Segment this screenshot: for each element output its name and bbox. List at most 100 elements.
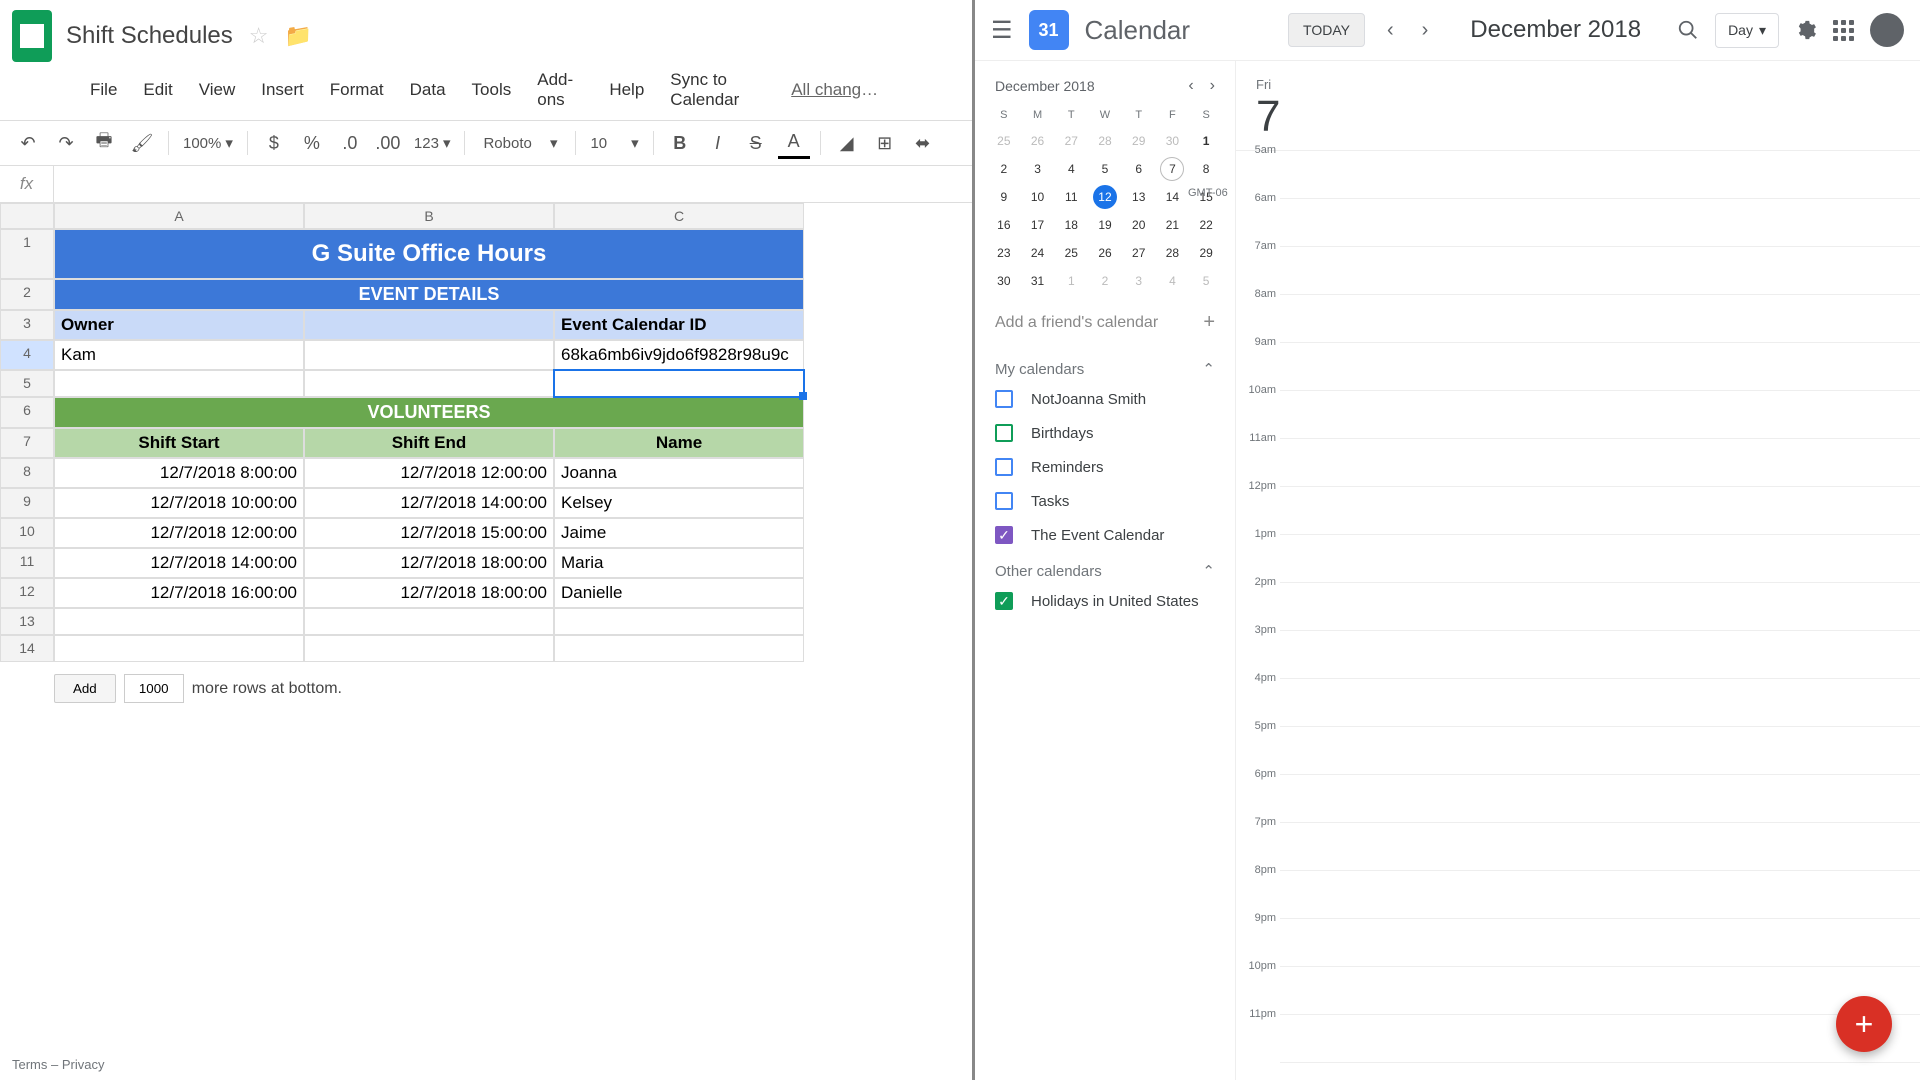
time-slot[interactable]: 7am bbox=[1280, 247, 1920, 295]
mini-day[interactable]: 30 bbox=[1156, 127, 1190, 155]
mini-day[interactable]: 16 bbox=[987, 211, 1021, 239]
cell[interactable]: Danielle bbox=[554, 578, 804, 608]
mini-day[interactable]: 11 bbox=[1054, 183, 1088, 211]
cell[interactable]: 12/7/2018 12:00:00 bbox=[304, 458, 554, 488]
font-select[interactable]: Roboto▾ bbox=[475, 134, 565, 152]
mini-day[interactable]: 29 bbox=[1189, 239, 1223, 267]
mini-day[interactable]: 25 bbox=[987, 127, 1021, 155]
prev-period-icon[interactable]: ‹ bbox=[1381, 19, 1400, 42]
cell[interactable]: 12/7/2018 10:00:00 bbox=[54, 488, 304, 518]
mini-day[interactable]: 6 bbox=[1122, 155, 1156, 183]
text-color-icon[interactable]: A bbox=[778, 127, 810, 159]
next-period-icon[interactable]: › bbox=[1416, 19, 1435, 42]
mini-day[interactable]: 28 bbox=[1088, 127, 1122, 155]
mini-day[interactable]: 1 bbox=[1054, 267, 1088, 295]
time-slot[interactable]: 10am bbox=[1280, 391, 1920, 439]
menu-help[interactable]: Help bbox=[609, 80, 644, 100]
mini-day[interactable]: 23 bbox=[987, 239, 1021, 267]
menu-file[interactable]: File bbox=[90, 80, 117, 100]
checkbox[interactable] bbox=[995, 458, 1013, 476]
menu-tools[interactable]: Tools bbox=[472, 80, 512, 100]
mini-day[interactable]: 9 bbox=[987, 183, 1021, 211]
calendar-item[interactable]: Reminders bbox=[987, 450, 1223, 484]
mini-day[interactable]: 31 bbox=[1021, 267, 1055, 295]
row-header[interactable]: 11 bbox=[0, 548, 54, 578]
rows-count-input[interactable] bbox=[124, 674, 184, 703]
row-header[interactable]: 7 bbox=[0, 428, 54, 458]
row-header[interactable]: 9 bbox=[0, 488, 54, 518]
cell[interactable] bbox=[304, 608, 554, 635]
mini-day[interactable]: 25 bbox=[1054, 239, 1088, 267]
italic-icon[interactable]: I bbox=[702, 127, 734, 159]
privacy-link[interactable]: Privacy bbox=[62, 1057, 105, 1072]
number-format-select[interactable]: 123▾ bbox=[410, 134, 455, 152]
apps-icon[interactable] bbox=[1833, 20, 1854, 41]
row-header[interactable]: 4 bbox=[0, 340, 54, 370]
mini-day[interactable]: 26 bbox=[1088, 239, 1122, 267]
time-slot[interactable]: 10pm bbox=[1280, 967, 1920, 1015]
col-header-b[interactable]: B bbox=[304, 203, 554, 229]
col-header-a[interactable]: A bbox=[54, 203, 304, 229]
cell-title[interactable]: G Suite Office Hours bbox=[54, 229, 804, 279]
menu-insert[interactable]: Insert bbox=[261, 80, 304, 100]
mini-day[interactable]: 1 bbox=[1189, 127, 1223, 155]
bold-icon[interactable]: B bbox=[664, 127, 696, 159]
mini-day[interactable]: 28 bbox=[1156, 239, 1190, 267]
formula-input[interactable] bbox=[54, 176, 972, 192]
mini-day[interactable]: 7 bbox=[1160, 157, 1184, 181]
account-icon[interactable] bbox=[1870, 13, 1904, 47]
cell[interactable]: 12/7/2018 15:00:00 bbox=[304, 518, 554, 548]
mini-day[interactable]: 5 bbox=[1189, 267, 1223, 295]
mini-day[interactable]: 2 bbox=[1088, 267, 1122, 295]
add-rows-button[interactable]: Add bbox=[54, 674, 116, 703]
row-header[interactable]: 6 bbox=[0, 397, 54, 428]
checkbox[interactable] bbox=[995, 424, 1013, 442]
percent-icon[interactable]: % bbox=[296, 127, 328, 159]
mini-day[interactable]: 22 bbox=[1189, 211, 1223, 239]
mini-day[interactable]: 2 bbox=[987, 155, 1021, 183]
checkbox[interactable]: ✓ bbox=[995, 526, 1013, 544]
mini-day[interactable]: 30 bbox=[987, 267, 1021, 295]
cell[interactable] bbox=[304, 370, 554, 397]
cell[interactable]: 12/7/2018 12:00:00 bbox=[54, 518, 304, 548]
save-status[interactable]: All changes sa... bbox=[791, 80, 882, 100]
mini-day[interactable]: 10 bbox=[1021, 183, 1055, 211]
time-slot[interactable]: 8am bbox=[1280, 295, 1920, 343]
time-slot[interactable]: 11am bbox=[1280, 439, 1920, 487]
mini-day[interactable]: 19 bbox=[1088, 211, 1122, 239]
my-calendars-header[interactable]: My calendars ⌃ bbox=[987, 350, 1223, 382]
cell[interactable] bbox=[54, 635, 304, 662]
cell[interactable] bbox=[304, 340, 554, 370]
mini-day[interactable]: 24 bbox=[1021, 239, 1055, 267]
star-icon[interactable]: ☆ bbox=[249, 23, 269, 49]
select-all-corner[interactable] bbox=[0, 203, 54, 229]
menu-data[interactable]: Data bbox=[410, 80, 446, 100]
increase-decimal-icon[interactable]: .00 bbox=[372, 127, 404, 159]
cell-subtitle[interactable]: EVENT DETAILS bbox=[54, 279, 804, 310]
currency-icon[interactable]: $ bbox=[258, 127, 290, 159]
decrease-decimal-icon[interactable]: .0 bbox=[334, 127, 366, 159]
mini-day[interactable]: 13 bbox=[1122, 183, 1156, 211]
time-grid[interactable]: 5am6am7am8am9am10am11am12pm1pm2pm3pm4pm5… bbox=[1280, 151, 1920, 1080]
cell[interactable]: 12/7/2018 16:00:00 bbox=[54, 578, 304, 608]
cell[interactable]: Maria bbox=[554, 548, 804, 578]
cell[interactable]: 12/7/2018 18:00:00 bbox=[304, 578, 554, 608]
time-slot[interactable]: 1pm bbox=[1280, 535, 1920, 583]
spreadsheet-grid[interactable]: A B C 1 G Suite Office Hours 2 EVENT DET… bbox=[0, 203, 972, 1080]
settings-icon[interactable] bbox=[1795, 19, 1817, 41]
col-header-c[interactable]: C bbox=[554, 203, 804, 229]
cell[interactable]: 12/7/2018 14:00:00 bbox=[54, 548, 304, 578]
merge-icon[interactable]: ⬌ bbox=[907, 127, 939, 159]
create-event-fab[interactable]: + bbox=[1836, 996, 1892, 1052]
cell[interactable]: Jaime bbox=[554, 518, 804, 548]
mini-day[interactable]: 17 bbox=[1021, 211, 1055, 239]
row-header[interactable]: 3 bbox=[0, 310, 54, 340]
row-header[interactable]: 5 bbox=[0, 370, 54, 397]
time-slot[interactable]: 8pm bbox=[1280, 871, 1920, 919]
time-slot[interactable]: 4pm bbox=[1280, 679, 1920, 727]
undo-icon[interactable]: ↶ bbox=[12, 127, 44, 159]
calendar-item[interactable]: Tasks bbox=[987, 484, 1223, 518]
cell-shift-start-hdr[interactable]: Shift Start bbox=[54, 428, 304, 458]
row-header[interactable]: 2 bbox=[0, 279, 54, 310]
time-slot[interactable]: 6am bbox=[1280, 199, 1920, 247]
